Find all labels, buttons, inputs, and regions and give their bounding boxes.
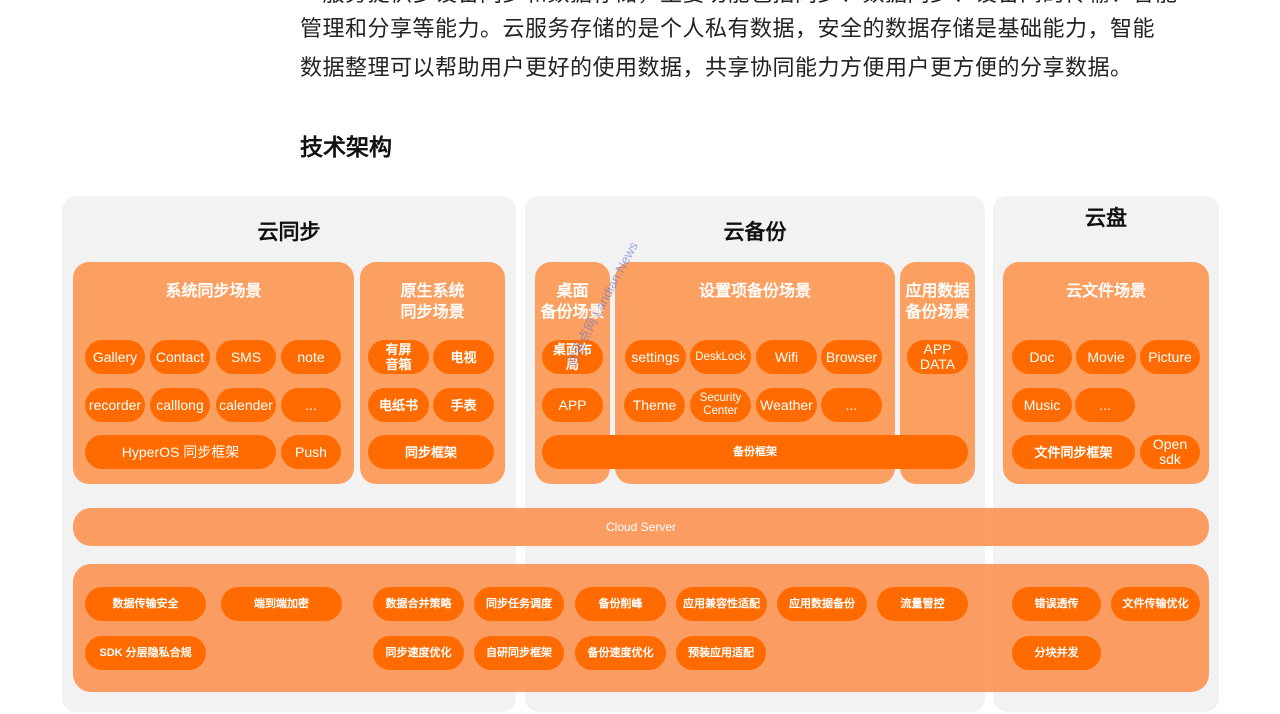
capability-pill: 自研同步框架 — [474, 636, 564, 670]
column-title-backup: 云备份 — [723, 220, 787, 244]
capability-pill: 同步速度优化 — [373, 636, 464, 670]
capability-pill: 流量管控 — [877, 587, 968, 621]
capability-pill: 数据合并策略 — [373, 587, 464, 621]
paragraph-line-2: 数据整理可以帮助用户更好的使用数据，共享协同能力方便用户更方便的分享数据。 — [300, 56, 1133, 81]
capability-pill: 分块并发 — [1012, 636, 1101, 670]
capability-pill: 同步任务调度 — [474, 587, 564, 621]
scene-pill: recorder — [85, 388, 145, 422]
group-title: 系统同步场景 — [165, 281, 262, 300]
capability-pill: 文件传输优化 — [1111, 587, 1200, 621]
cloud-server-label: Cloud Server — [605, 520, 677, 534]
capability-pill: 错误透传 — [1012, 587, 1101, 621]
scene-pill: Contact — [150, 340, 210, 374]
push-pill: Push — [281, 435, 341, 469]
scene-pill: DeskLock — [690, 340, 751, 374]
group-title: 云文件场景 — [1065, 281, 1146, 300]
scene-pill: SMS — [216, 340, 276, 374]
scene-pill: Security Center — [690, 388, 751, 422]
group-title-line1: 应用数据 — [905, 281, 970, 300]
capabilities-band — [73, 564, 1209, 692]
capability-pill: 应用数据备份 — [777, 587, 867, 621]
group-title: 设置项备份场景 — [698, 281, 811, 300]
group-title-line2: 备份场景 — [905, 302, 970, 321]
group-title-line1: 原生系统 — [400, 281, 465, 300]
scene-pill: Gallery — [85, 340, 145, 374]
framework-pill: HyperOS 同步框架 — [85, 435, 276, 469]
scene-pill: settings — [625, 340, 686, 374]
scene-pill: calender — [216, 388, 276, 422]
scene-pill: Music — [1012, 388, 1072, 422]
scene-pill: 有屏 音箱 — [368, 340, 429, 374]
scene-pill: APP DATA — [907, 340, 968, 374]
scene-pill: Theme — [624, 388, 685, 422]
scene-pill: Movie — [1076, 340, 1136, 374]
scene-pill: 电纸书 — [368, 388, 429, 422]
scene-pill: Doc — [1012, 340, 1072, 374]
backup-framework-pill: 备份框架 — [542, 435, 968, 469]
scene-pill: calllong — [150, 388, 210, 422]
group-title-line2: 同步场景 — [400, 302, 465, 321]
capability-pill: 备份速度优化 — [575, 636, 666, 670]
paragraph-line-1: 管理和分享等能力。云服务存储的是个人私有数据，安全的数据存储是基础能力，智能 — [300, 17, 1156, 42]
scene-pill-more: ... — [821, 388, 882, 422]
capability-pill: 数据传输安全 — [85, 587, 206, 621]
cloud-server-band: Cloud Server — [73, 508, 1209, 546]
scene-pill: Wifi — [756, 340, 817, 374]
capability-pill: 预装应用适配 — [676, 636, 766, 670]
scene-pill: APP — [542, 388, 603, 422]
scene-pill: 手表 — [433, 388, 494, 422]
scene-pill: Weather — [756, 388, 817, 422]
column-title-disk: 云盘 — [1085, 206, 1127, 230]
scene-pill: 电视 — [433, 340, 494, 374]
capability-pill: 备份削峰 — [575, 587, 666, 621]
capability-pill: 端到端加密 — [221, 587, 342, 621]
section-heading: 技术架构 — [300, 135, 392, 161]
framework-pill: 同步框架 — [368, 435, 494, 469]
scene-pill: Browser — [821, 340, 882, 374]
scene-pill-more: ... — [1075, 388, 1135, 422]
scene-pill: Picture — [1140, 340, 1200, 374]
framework-pill: 文件同步框架 — [1012, 435, 1135, 469]
open-sdk-pill: Open sdk — [1140, 435, 1200, 469]
scene-pill: note — [281, 340, 341, 374]
capability-pill: 应用兼容性适配 — [676, 587, 767, 621]
capability-pill: SDK 分层隐私合规 — [85, 636, 206, 670]
scene-pill-more: ... — [281, 388, 341, 422]
column-title-sync: 云同步 — [257, 220, 321, 244]
